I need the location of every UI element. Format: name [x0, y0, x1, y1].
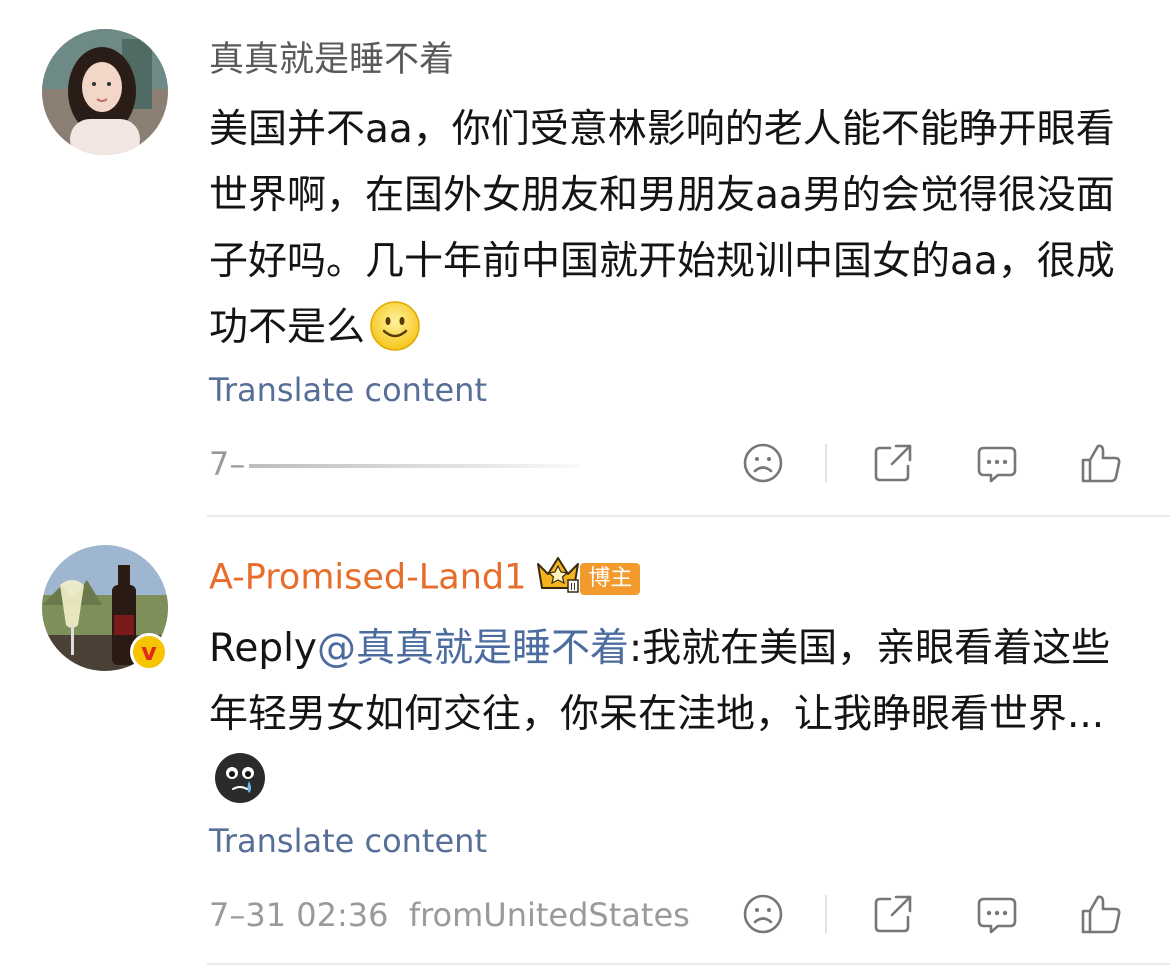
- timestamp: 7–: [209, 445, 246, 483]
- username[interactable]: A-Promised-Land1: [209, 558, 526, 598]
- crying-emoji-icon: [213, 751, 267, 826]
- comment-meta: 7–: [209, 444, 580, 484]
- avatar[interactable]: [42, 29, 168, 155]
- svg-text:II: II: [570, 582, 576, 593]
- translate-link[interactable]: Translate content: [209, 821, 487, 861]
- share-icon[interactable]: [870, 440, 916, 486]
- comment-item: v A-Promised-Land1 II 博主 Reply@真真就是睡不着:我…: [0, 517, 1170, 965]
- dislike-icon[interactable]: [740, 891, 786, 937]
- timestamp: 7–31 02:36: [209, 896, 389, 934]
- reply-prefix: Reply: [209, 626, 318, 671]
- share-icon[interactable]: [870, 891, 916, 937]
- location: fromUnitedStates: [408, 896, 690, 934]
- comment-text: Reply@真真就是睡不着:我就在美国，亲眼看着这些年轻男女如何交往，你呆在洼地…: [209, 616, 1129, 826]
- like-icon[interactable]: [1078, 440, 1124, 486]
- action-bar: [740, 440, 1130, 488]
- mention-link[interactable]: @真真就是睡不着: [317, 626, 629, 671]
- separator: [825, 444, 827, 482]
- comment-body: 美国并不aa，你们受意林影响的老人能不能睁开眼看世界啊，在国外女朋友和男朋友aa…: [209, 107, 1115, 350]
- comment-item: 真真就是睡不着 美国并不aa，你们受意林影响的老人能不能睁开眼看世界啊，在国外女…: [0, 0, 1170, 517]
- avatar[interactable]: v: [42, 545, 168, 671]
- crown-icon: II: [534, 552, 582, 605]
- verified-badge-icon: v: [130, 633, 168, 671]
- blurred-info: [249, 464, 580, 468]
- like-icon[interactable]: [1078, 891, 1124, 937]
- blogger-badge: 博主: [580, 562, 641, 595]
- translate-link[interactable]: Translate content: [209, 370, 487, 410]
- username[interactable]: 真真就是睡不着: [209, 38, 454, 82]
- comment-meta: 7–31 02:36 fromUnitedStates: [209, 895, 690, 935]
- username-row: A-Promised-Land1 II 博主: [209, 552, 641, 605]
- comment-text: 美国并不aa，你们受意林影响的老人能不能睁开眼看世界啊，在国外女朋友和男朋友aa…: [209, 97, 1129, 373]
- separator: [825, 895, 827, 933]
- comment-icon[interactable]: [974, 440, 1020, 486]
- dislike-icon[interactable]: [740, 440, 786, 486]
- comment-icon[interactable]: [974, 891, 1020, 937]
- smile-emoji-icon: [369, 300, 421, 373]
- action-bar: [740, 891, 1130, 939]
